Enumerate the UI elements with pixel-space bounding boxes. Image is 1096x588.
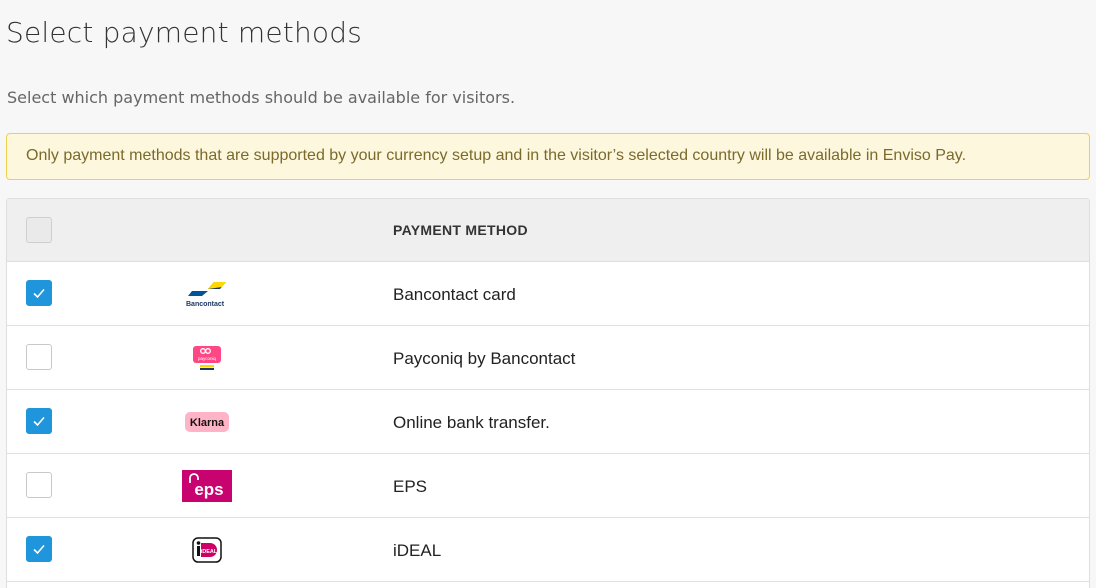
checkmark-icon — [33, 288, 45, 299]
column-header-payment-method: PAYMENT METHOD — [393, 222, 528, 238]
svg-text:payconiq: payconiq — [198, 356, 217, 361]
row-checkbox[interactable] — [26, 536, 52, 562]
method-name: Bancontact card — [393, 285, 516, 304]
method-name: iDEAL — [393, 541, 442, 560]
svg-text:Bancontact: Bancontact — [186, 301, 225, 308]
table-header: PAYMENT METHOD — [7, 199, 1089, 262]
svg-text:Klarna: Klarna — [190, 417, 225, 429]
info-notice: Only payment methods that are supported … — [6, 133, 1090, 180]
row-checkbox[interactable] — [26, 280, 52, 306]
method-name: Online bank transfer. — [393, 413, 550, 432]
select-all-checkbox[interactable] — [26, 217, 52, 243]
svg-text:eps: eps — [194, 480, 223, 499]
table-row: iDEAL iDEAL — [7, 518, 1089, 582]
table-row: Klarna Online bank transfer. — [7, 390, 1089, 454]
row-checkbox[interactable] — [26, 408, 52, 434]
ideal-logo: iDEAL — [167, 518, 247, 581]
payconiq-logo: payconiq — [167, 326, 247, 389]
bancontact-logo: Bancontact — [167, 262, 247, 325]
eps-logo: eps — [167, 454, 247, 517]
klarna-logo: Klarna — [167, 390, 247, 453]
page-subtitle: Select which payment methods should be a… — [7, 88, 516, 107]
row-checkbox[interactable] — [26, 344, 52, 370]
method-name: EPS — [393, 477, 428, 496]
table-row: eps EPS — [7, 454, 1089, 518]
table-row: payconiq Payconiq by Bancontact — [7, 326, 1089, 390]
table-row: Bancontact Bancontact card — [7, 262, 1089, 326]
method-name: Payconiq by Bancontact — [393, 349, 576, 368]
checkmark-icon — [33, 416, 45, 427]
row-checkbox[interactable] — [26, 472, 52, 498]
payment-methods-table: PAYMENT METHOD Bancontact Bancontact car… — [6, 198, 1090, 588]
page-title: Select payment methods — [6, 16, 363, 49]
svg-text:iDEAL: iDEAL — [201, 549, 218, 555]
checkmark-icon — [33, 544, 45, 555]
